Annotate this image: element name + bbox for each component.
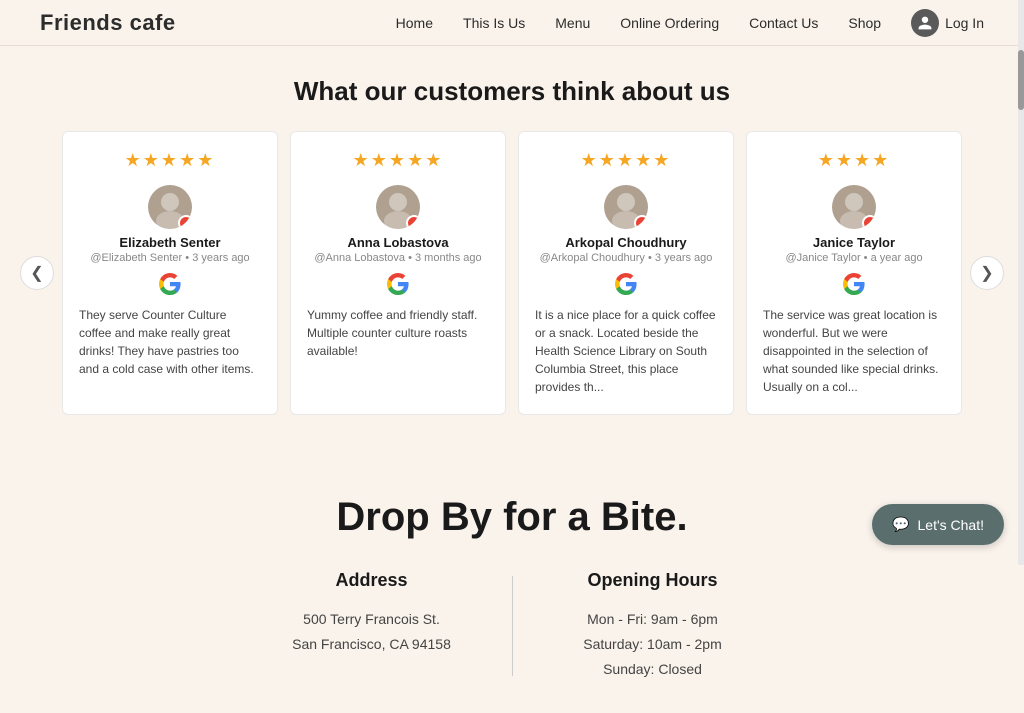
hours-sunday: Sunday: Closed	[533, 657, 773, 682]
hours-column: Opening Hours Mon - Fri: 9am - 6pm Satur…	[513, 570, 793, 683]
review-card-3: ★★★★★ Arkopal Choudhury @Arkopal Choudhu…	[518, 131, 734, 415]
review-text-2: Yummy coffee and friendly staff. Multipl…	[307, 306, 489, 360]
reviewer-name-1: Elizabeth Senter	[79, 235, 261, 250]
avatar-badge-3	[634, 215, 648, 229]
google-icon-2	[386, 272, 410, 296]
reviewer-meta-3: @Arkopal Choudhury • 3 years ago	[535, 252, 717, 264]
header: Friends cafe Home This Is Us Menu Online…	[0, 0, 1024, 46]
avatar-badge-2	[406, 215, 420, 229]
stars-3: ★★★★★	[535, 150, 717, 171]
nav-contact-us[interactable]: Contact Us	[749, 15, 818, 31]
reviewer-handle-3: @Arkopal Choudhury	[540, 252, 645, 264]
review-text-1: They serve Counter Culture coffee and ma…	[79, 306, 261, 378]
reviewer-meta-4: @Janice Taylor • a year ago	[763, 252, 945, 264]
nav-home[interactable]: Home	[396, 15, 433, 31]
reviewer-handle-1: @Elizabeth Senter	[90, 252, 182, 264]
avatar-badge-1	[178, 215, 192, 229]
reviewer-avatar-2	[376, 185, 420, 229]
hours-mon-fri: Mon - Fri: 9am - 6pm	[533, 607, 773, 632]
main-nav: Home This Is Us Menu Online Ordering Con…	[396, 9, 984, 37]
reviewer-avatar-4	[832, 185, 876, 229]
dropby-title: Drop By for a Bite.	[20, 495, 1004, 540]
reviewer-time-2: 3 months ago	[415, 252, 482, 264]
reviewer-avatar-1	[148, 185, 192, 229]
reviewer-time-3: 3 years ago	[655, 252, 712, 264]
google-icon-3	[614, 272, 638, 296]
reviewer-avatar-3	[604, 185, 648, 229]
prev-arrow-button[interactable]: ❮	[20, 256, 54, 290]
nav-this-is-us[interactable]: This Is Us	[463, 15, 525, 31]
reviews-section: What our customers think about us ❮ ★★★★…	[0, 46, 1024, 455]
nav-shop[interactable]: Shop	[848, 15, 881, 31]
logo-regular: cafe	[123, 10, 176, 35]
logo-bold: Friends	[40, 10, 123, 35]
avatar-badge-4	[862, 215, 876, 229]
reviewer-meta-2: @Anna Lobastova • 3 months ago	[307, 252, 489, 264]
hours-saturday: Saturday: 10am - 2pm	[533, 632, 773, 657]
hours-heading: Opening Hours	[533, 570, 773, 591]
review-card-1: ★★★★★ Elizabeth Senter @Elizabeth Senter…	[62, 131, 278, 415]
review-card-2: ★★★★★ Anna Lobastova @Anna Lobastova • 3…	[290, 131, 506, 415]
next-arrow-button[interactable]: ❯	[970, 256, 1004, 290]
chat-label: Let's Chat!	[918, 517, 985, 533]
user-avatar-icon	[911, 9, 939, 37]
stars-4: ★★★★	[763, 150, 945, 171]
reviewer-handle-4: @Janice Taylor	[785, 252, 860, 264]
stars-1: ★★★★★	[79, 150, 261, 171]
review-text-4: The service was great location is wonder…	[763, 306, 945, 396]
address-line1: 500 Terry Francois St.	[252, 607, 492, 632]
reviewer-time-1: 3 years ago	[192, 252, 249, 264]
reviewer-time-4: a year ago	[871, 252, 923, 264]
scrollbar[interactable]	[1018, 0, 1024, 565]
address-heading: Address	[252, 570, 492, 591]
dropby-section: Drop By for a Bite. Address 500 Terry Fr…	[0, 455, 1024, 713]
chat-icon: 💬	[892, 516, 909, 533]
nav-online-ordering[interactable]: Online Ordering	[620, 15, 719, 31]
reviewer-name-3: Arkopal Choudhury	[535, 235, 717, 250]
reviews-title: What our customers think about us	[20, 76, 1004, 107]
nav-menu[interactable]: Menu	[555, 15, 590, 31]
login-button[interactable]: Log In	[911, 9, 984, 37]
reviewer-name-2: Anna Lobastova	[307, 235, 489, 250]
info-columns: Address 500 Terry Francois St. San Franc…	[20, 570, 1004, 683]
review-text-3: It is a nice place for a quick coffee or…	[535, 306, 717, 396]
reviews-grid: ★★★★★ Elizabeth Senter @Elizabeth Senter…	[62, 131, 962, 415]
address-line2: San Francisco, CA 94158	[252, 632, 492, 657]
reviews-container: ❮ ★★★★★ Elizabeth Senter @Elizabeth Sent…	[20, 131, 1004, 415]
review-card-4: ★★★★ Janice Taylor @Janice Taylor • a ye…	[746, 131, 962, 415]
reviewer-handle-2: @Anna Lobastova	[314, 252, 405, 264]
stars-2: ★★★★★	[307, 150, 489, 171]
google-icon-4	[842, 272, 866, 296]
address-column: Address 500 Terry Francois St. San Franc…	[232, 570, 512, 657]
reviewer-name-4: Janice Taylor	[763, 235, 945, 250]
scrollbar-thumb[interactable]	[1018, 50, 1024, 110]
chat-button[interactable]: 💬 Let's Chat!	[872, 504, 1004, 545]
login-label: Log In	[945, 15, 984, 31]
google-icon-1	[158, 272, 182, 296]
logo: Friends cafe	[40, 10, 176, 36]
reviewer-meta-1: @Elizabeth Senter • 3 years ago	[79, 252, 261, 264]
